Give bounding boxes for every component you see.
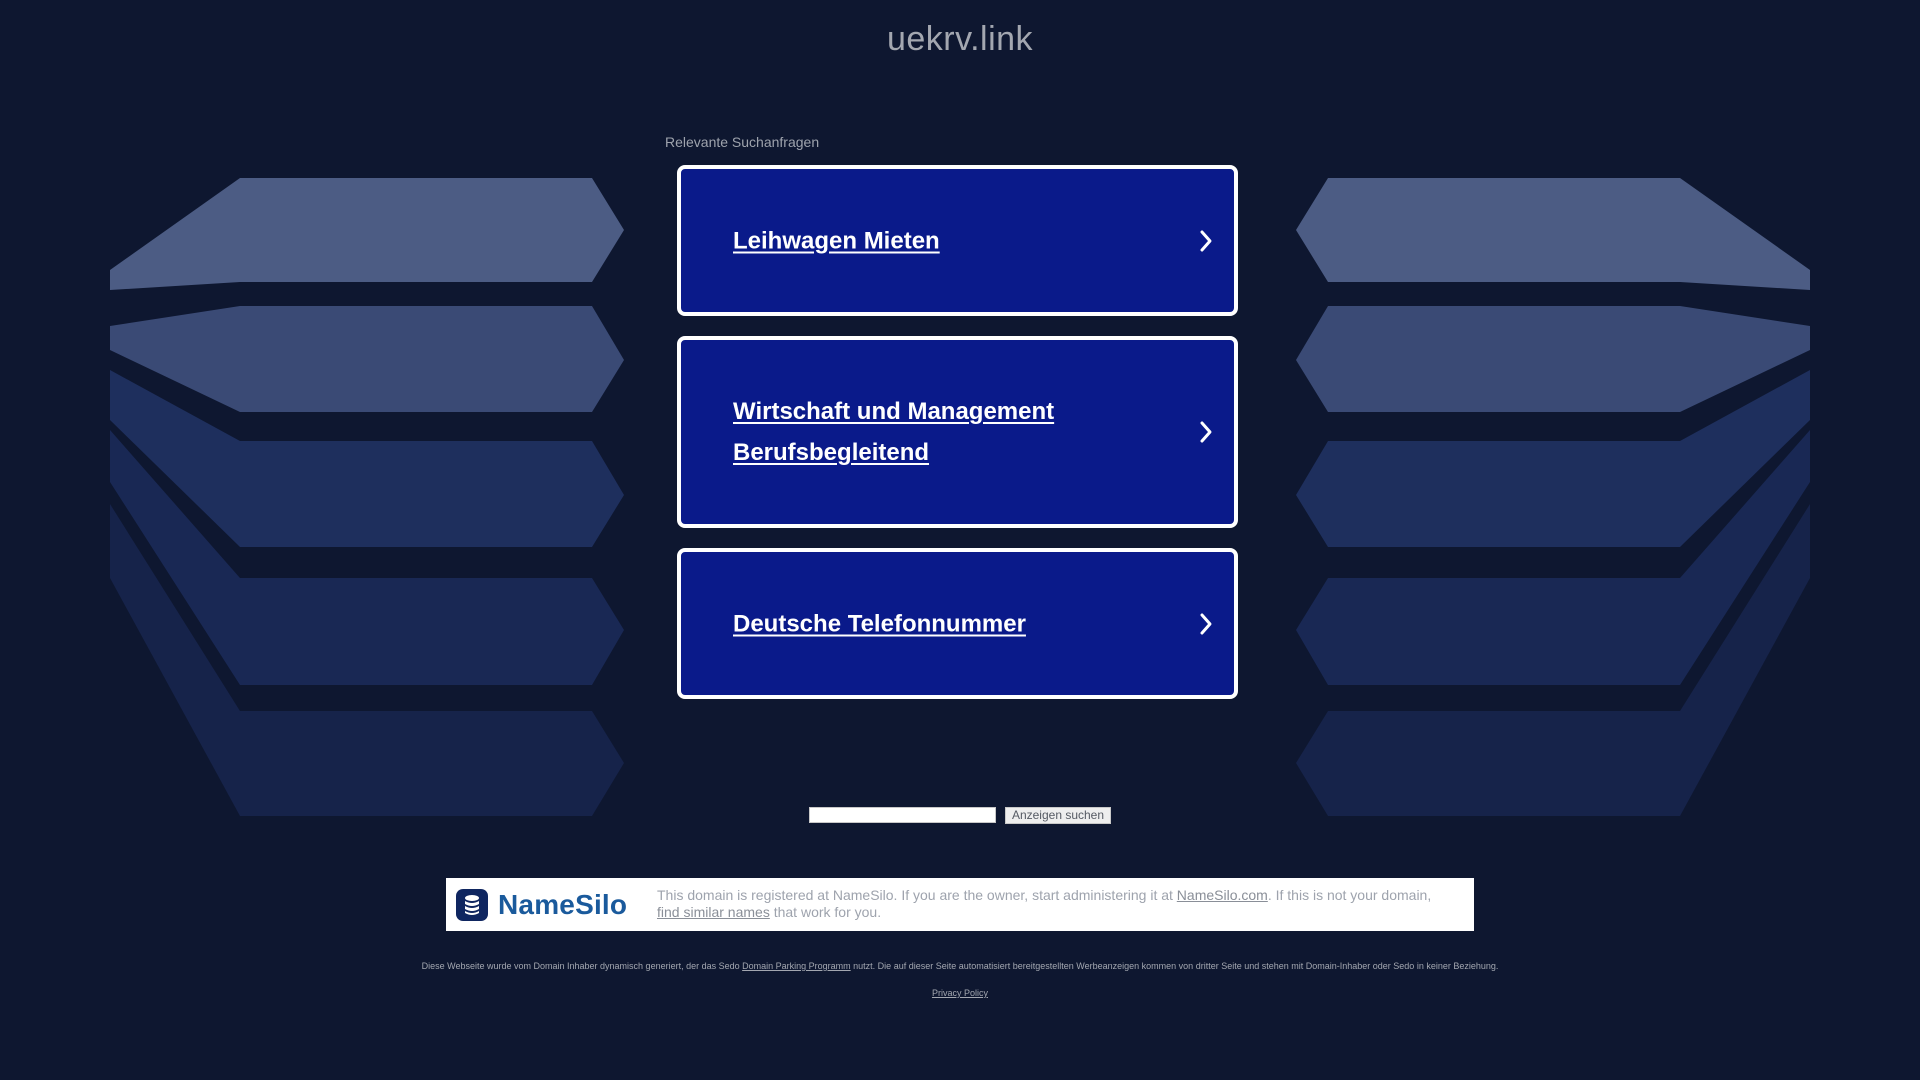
search-result-link[interactable]: Wirtschaft und Management Berufsbegleite… — [733, 391, 1153, 473]
left-stripes — [110, 178, 624, 816]
namesilo-logo-text: NameSilo — [498, 889, 628, 920]
namesilo-logo[interactable]: NameSilo — [456, 889, 627, 921]
database-icon — [456, 889, 488, 921]
domain-title: uekrv.link — [886, 20, 1034, 58]
privacy-policy-row: Privacy Policy — [0, 988, 1920, 998]
search-result-text: Deutsche Telefonnummer — [733, 610, 1026, 637]
privacy-policy-link[interactable]: Privacy Policy — [932, 988, 988, 998]
search-result-card[interactable]: Leihwagen Mieten — [677, 165, 1238, 316]
namesilo-link[interactable]: NameSilo.com — [1177, 887, 1268, 903]
chevron-right-icon — [1200, 421, 1212, 443]
chevron-right-icon — [1200, 230, 1212, 251]
domain-parking-program-link[interactable]: Domain Parking Programm — [742, 961, 851, 971]
registrar-message: This domain is registered at NameSilo. I… — [657, 887, 1432, 920]
search-ads-button[interactable]: Anzeigen suchen — [1005, 807, 1111, 824]
search-result-text: Leihwagen Mieten — [733, 227, 940, 254]
search-result-link[interactable]: Leihwagen Mieten — [733, 220, 1153, 261]
search-result-card[interactable]: Deutsche Telefonnummer — [677, 548, 1238, 699]
search-result-text-line-1: Wirtschaft und Management — [733, 398, 1055, 425]
chevron-right-icon — [1200, 613, 1212, 634]
search-result-link[interactable]: Deutsche Telefonnummer — [733, 603, 1153, 644]
search-input[interactable] — [809, 807, 996, 823]
search-result-card[interactable]: Wirtschaft und Management Berufsbegleite… — [677, 336, 1238, 528]
parked-domain-page: uekrv.link Relevante Suchanfragen Leihwa… — [0, 0, 1920, 1080]
related-searches-label: Relevante Suchanfragen — [665, 134, 820, 150]
parking-disclaimer: Diese Webseite wurde vom Domain Inhaber … — [421, 961, 1499, 971]
registrar-banner: NameSilo This domain is registered at Na… — [446, 878, 1474, 931]
find-similar-names-link[interactable]: find similar names — [657, 904, 770, 920]
right-stripes — [1296, 178, 1810, 816]
search-result-text-line-2: Berufsbegleitend — [733, 439, 930, 466]
